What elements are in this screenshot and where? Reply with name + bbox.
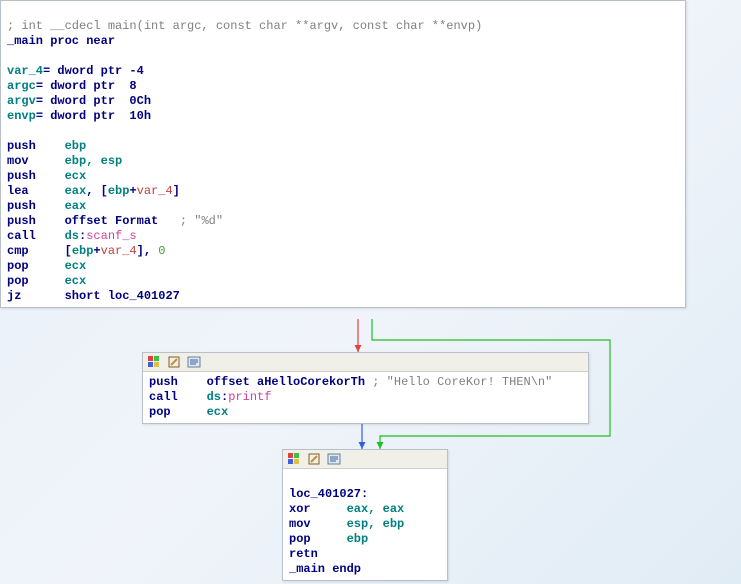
proc-decl: _main proc near — [7, 34, 115, 48]
disasm-node-main[interactable]: ; int __cdecl main(int argc, const char … — [0, 0, 686, 308]
stack-vars: var_4= dword ptr -4 argc= dword ptr 8 ar… — [7, 64, 151, 123]
node-toolbar — [143, 353, 588, 372]
node-body: push offset aHelloCorekorTh ; "Hello Cor… — [143, 372, 588, 423]
instructions-2: push offset aHelloCorekorTh ; "Hello Cor… — [149, 375, 552, 419]
node-toolbar — [283, 450, 447, 469]
color-icon[interactable] — [287, 452, 301, 466]
xref-icon[interactable] — [187, 355, 201, 369]
edit-icon[interactable] — [307, 452, 321, 466]
instructions-3: xor eax, eax mov esp, ebp pop ebp retn — [289, 502, 404, 561]
color-icon[interactable] — [147, 355, 161, 369]
xref-icon[interactable] — [327, 452, 341, 466]
disasm-node-loc401027[interactable]: loc_401027: xor eax, eax mov esp, ebp po… — [282, 449, 448, 581]
node-body: ; int __cdecl main(int argc, const char … — [1, 1, 685, 307]
func-comment: ; int __cdecl main(int argc, const char … — [7, 19, 482, 33]
edit-icon[interactable] — [167, 355, 181, 369]
endp: _main endp — [289, 562, 361, 576]
disasm-node-then[interactable]: push offset aHelloCorekorTh ; "Hello Cor… — [142, 352, 589, 424]
node-body: loc_401027: xor eax, eax mov esp, ebp po… — [283, 469, 447, 580]
loc-label: loc_401027: — [289, 487, 368, 501]
instructions-1: push ebp mov ebp, esp push ecx lea eax, … — [7, 139, 223, 303]
